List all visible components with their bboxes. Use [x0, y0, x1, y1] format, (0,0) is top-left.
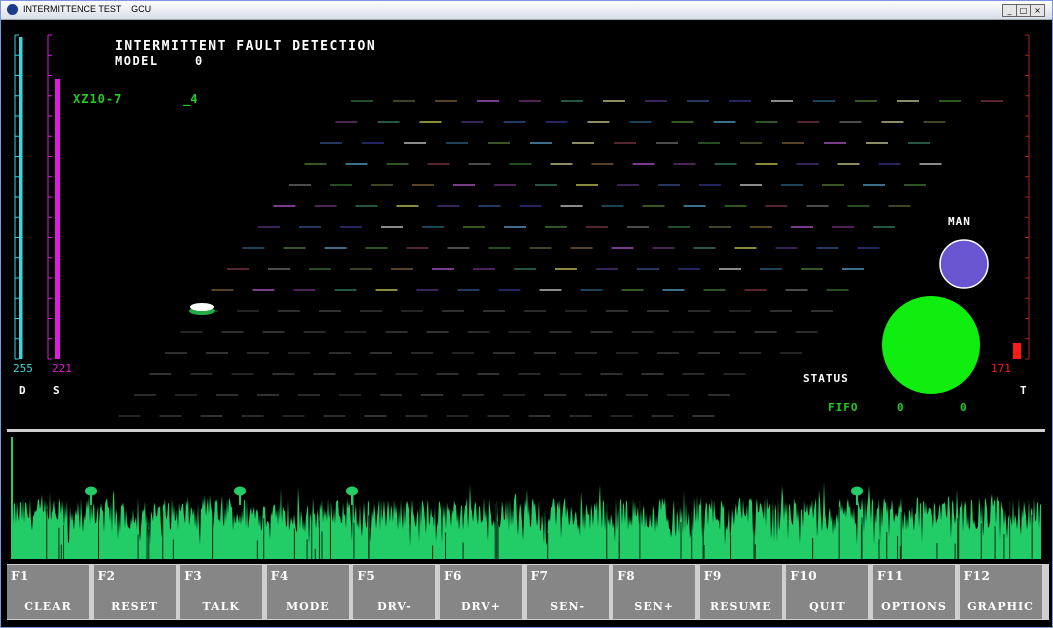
fkey-number: F11: [877, 569, 904, 583]
fkey-f7-button[interactable]: F7 SEN-: [526, 565, 611, 619]
page-title: INTERMITTENT FAULT DETECTION: [115, 39, 377, 54]
fkey-f9-button[interactable]: F9 RESUME: [699, 565, 784, 619]
fkey-label: RESUME: [709, 600, 772, 613]
t-level-bar: [1013, 342, 1021, 359]
fkey-number: F3: [184, 569, 203, 583]
waveform-marker: [851, 486, 863, 496]
sense-level-bar: [55, 78, 60, 360]
device-id: XZ10-7: [73, 92, 123, 106]
fkey-number: F5: [357, 569, 376, 583]
maximize-button[interactable]: □: [1016, 4, 1031, 17]
fkey-label: DRV+: [460, 600, 502, 613]
fkey-f6-button[interactable]: F6 DRV+: [440, 565, 524, 619]
fkey-number: F6: [444, 569, 462, 583]
model-value: 0: [195, 54, 203, 68]
waveform-plot: [11, 437, 1041, 559]
sense-value: 221: [52, 362, 72, 375]
d-label: D: [19, 384, 26, 397]
drive-value: 255: [13, 362, 33, 375]
model-label: MODEL: [115, 54, 159, 68]
fkey-f11-button[interactable]: F11 OPTIONS: [873, 565, 957, 619]
fkey-f2-button[interactable]: F2 RESET: [93, 565, 178, 619]
fkey-number: F10: [790, 569, 818, 583]
s-label: S: [53, 384, 60, 397]
waveform-panel: [7, 433, 1045, 561]
status-label: STATUS: [803, 372, 849, 385]
man-label: MAN: [948, 215, 971, 228]
title-bar[interactable]: INTERMITTENCE TEST GCU _ □ ×: [1, 1, 1052, 20]
fifo-label: FIFO: [828, 401, 859, 414]
drive-scale: [14, 34, 19, 360]
t-scale: [1025, 34, 1030, 360]
fkey-label: DRV-: [377, 600, 412, 613]
fkey-number: F12: [963, 569, 991, 583]
sense-scale: [47, 34, 52, 360]
test-display-panel: INTERMITTENT FAULT DETECTION MODEL 0 XZ1…: [7, 23, 1045, 428]
waveform-marker: [346, 486, 358, 496]
fkey-label: GRAPHIC: [967, 600, 1034, 613]
man-indicator: [939, 239, 989, 289]
fifo-value-1: 0: [897, 401, 904, 414]
fifo-value-2: 0: [960, 401, 967, 414]
app-icon: [7, 4, 18, 15]
fkey-label: RESET: [111, 600, 159, 613]
waveform-marker: [234, 486, 246, 496]
fkey-f3-button[interactable]: F3 TALK: [180, 565, 265, 619]
fkey-label: CLEAR: [24, 600, 72, 613]
status-indicator: [882, 296, 980, 394]
fkey-f4-button[interactable]: F4 MODE: [266, 565, 351, 619]
minimize-button[interactable]: _: [1002, 4, 1017, 17]
fkey-f5-button[interactable]: F5 DRV-: [353, 565, 438, 619]
t-label: T: [1020, 384, 1027, 397]
probe-marker[interactable]: [190, 303, 214, 311]
fkey-label: SEN-: [550, 600, 586, 613]
fkey-number: F8: [617, 569, 636, 583]
drive-level-bar: [19, 37, 23, 359]
fkey-f8-button[interactable]: F8 SEN+: [613, 565, 698, 619]
fkey-number: F9: [703, 569, 722, 583]
fkey-label: OPTIONS: [881, 600, 947, 613]
close-button[interactable]: ×: [1030, 4, 1045, 17]
test-display-canvas: [14, 34, 1030, 417]
fault-grid: [118, 100, 1003, 417]
fkey-label: TALK: [202, 600, 240, 613]
device-suffix: _4: [183, 92, 198, 106]
fkey-number: F4: [270, 569, 289, 583]
fkey-f12-button[interactable]: F12 GRAPHIC: [959, 565, 1044, 619]
application-window: INTERMITTENCE TEST GCU _ □ × INTERMITTEN…: [0, 0, 1053, 628]
fkey-f1-button[interactable]: F1 CLEAR: [7, 565, 91, 619]
function-key-bar: F1 CLEAR F2 RESET F3 TALK F4 MODE F5 DRV- F6 DRV+ F7…: [7, 564, 1049, 620]
fkey-label: SEN+: [634, 600, 674, 613]
waveform-marker: [85, 486, 97, 496]
panel-divider: [7, 429, 1045, 432]
fkey-f10-button[interactable]: F10 QUIT: [786, 565, 871, 619]
window-title: INTERMITTENCE TEST GCU: [23, 4, 152, 14]
fkey-label: MODE: [285, 600, 330, 613]
fkey-number: F2: [97, 569, 116, 583]
fkey-number: F7: [530, 569, 549, 583]
t-value: 171: [991, 362, 1011, 375]
fkey-number: F1: [11, 569, 29, 583]
fkey-label: QUIT: [809, 600, 846, 613]
